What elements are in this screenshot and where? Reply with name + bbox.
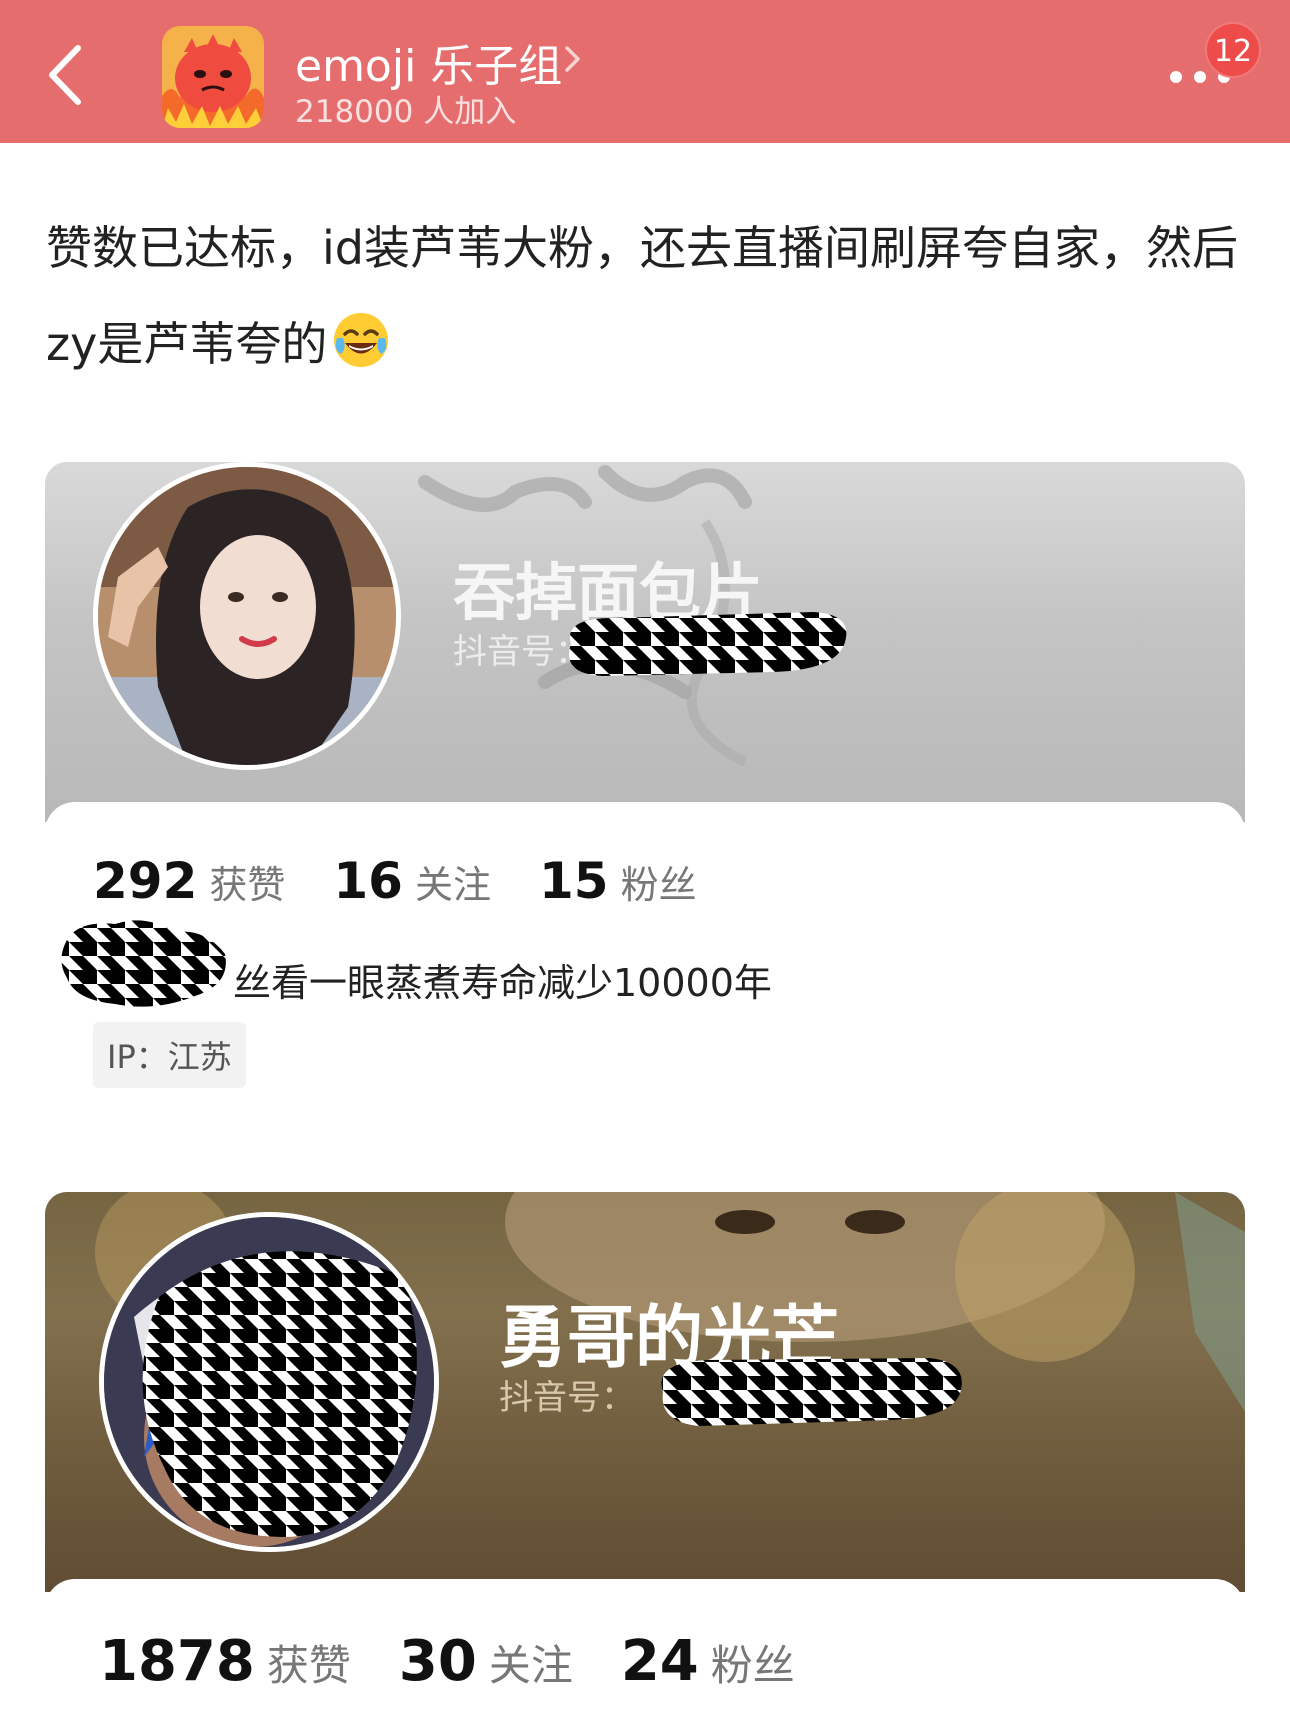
stat-number: 30 [398,1629,477,1694]
stat-label: 关注 [488,1641,573,1690]
notification-badge: 12 [1205,22,1261,78]
chevron-right-icon[interactable] [562,43,584,75]
profile-stats: 292 获赞 16 关注 15 粉丝 [93,852,745,910]
stat-number: 24 [620,1629,699,1694]
laughing-tears-emoji-icon [334,313,389,367]
post-text: 赞数已达标，id装芦苇大粉，还去直播间刷屏夸自家，然后zy是芦苇夸的 [46,221,1238,371]
profile-handle-label: 抖音号： [499,1378,635,1418]
stat-followers[interactable]: 15 粉丝 [539,852,697,910]
redaction-mark [661,1358,962,1426]
stat-number: 292 [93,852,198,910]
profile-info-panel: 1878 获赞 30 关注 24 粉丝 [45,1579,1245,1720]
stat-following[interactable]: 30 关注 [399,1629,573,1694]
member-count: 218000 人加入 [295,94,517,130]
redaction-mark [61,920,226,1007]
stat-following[interactable]: 16 关注 [333,852,491,910]
profile-avatar[interactable] [99,1212,439,1552]
stat-number: 16 [333,852,403,910]
stat-label: 获赞 [209,863,286,907]
stat-followers[interactable]: 24 粉丝 [621,1629,795,1694]
profile-stats: 1878 获赞 30 关注 24 粉丝 [99,1629,843,1694]
stat-number: 15 [539,852,609,910]
ip-location-tag: IP：江苏 [93,1022,246,1088]
stat-number: 1878 [99,1629,255,1694]
back-arrow-icon[interactable] [44,40,88,110]
profile-avatar[interactable] [93,462,401,770]
stat-label: 粉丝 [620,863,697,907]
stat-label: 获赞 [266,1641,351,1690]
profile-info-panel: 292 获赞 16 关注 15 粉丝 丝看一眼蒸煮寿命减少10000年 IP：江… [45,802,1245,1122]
stat-label: 关注 [414,863,491,907]
stat-label: 粉丝 [710,1641,795,1690]
group-header: emoji 乐子组 218000 人加入 12 [0,0,1290,143]
profile-bio-text: 丝看一眼蒸煮寿命减少10000年 [233,961,772,1005]
profile-card-1[interactable]: 吞掉面包片 抖音号：c 292 获赞 16 关注 15 粉丝 丝看一眼蒸煮寿命减… [45,462,1245,1122]
group-name[interactable]: emoji 乐子组 [295,30,562,94]
stat-likes[interactable]: 1878 获赞 [99,1629,351,1694]
group-avatar[interactable] [162,26,264,128]
stat-likes[interactable]: 292 获赞 [93,852,285,910]
profile-card-2[interactable]: 勇哥的光芒 抖音号： 1878 获赞 30 关注 24 粉丝 [45,1192,1245,1720]
redaction-mark [569,612,847,676]
post-body: 赞数已达标，id装芦苇大粉，还去直播间刷屏夸自家，然后zy是芦苇夸的 [46,200,1246,392]
